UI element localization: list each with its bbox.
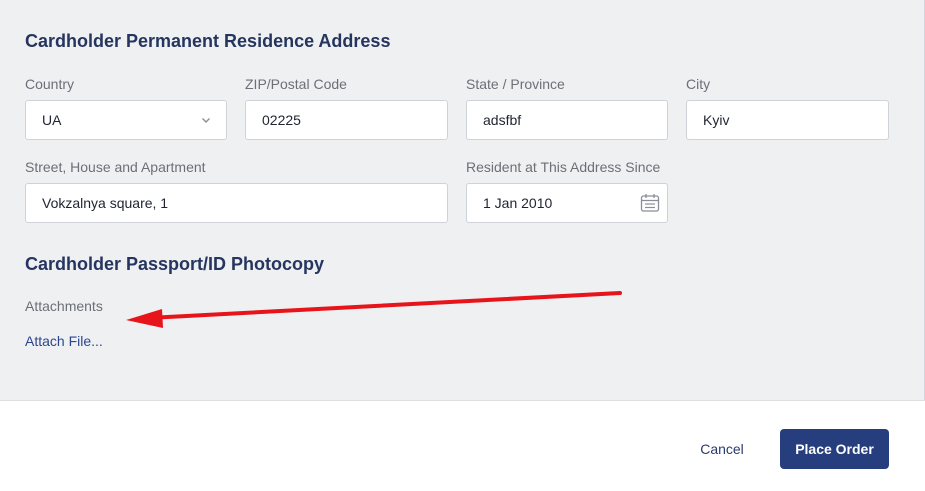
city-value: Kyiv (703, 112, 730, 128)
attachments-label: Attachments (25, 298, 103, 314)
zip-value: 02225 (262, 112, 301, 128)
chevron-down-icon (202, 118, 210, 123)
city-input[interactable]: Kyiv (686, 100, 889, 140)
state-label: State / Province (466, 76, 565, 92)
place-order-button[interactable]: Place Order (780, 429, 889, 469)
street-value: Vokzalnya square, 1 (42, 195, 169, 211)
street-input[interactable]: Vokzalnya square, 1 (25, 183, 448, 223)
zip-input[interactable]: 02225 (245, 100, 448, 140)
residence-section-title: Cardholder Permanent Residence Address (25, 31, 391, 51)
country-value: UA (42, 112, 62, 128)
attach-file-link[interactable]: Attach File... (25, 333, 103, 349)
state-input[interactable]: adsfbf (466, 100, 668, 140)
form-panel: Cardholder Permanent Residence Address C… (0, 0, 925, 400)
calendar-icon[interactable] (639, 192, 661, 214)
since-value: 1 Jan 2010 (483, 195, 553, 211)
passport-section-title: Cardholder Passport/ID Photocopy (25, 254, 325, 274)
state-value: adsfbf (483, 112, 522, 128)
since-label: Resident at This Address Since (466, 159, 661, 175)
country-select[interactable]: UA (25, 100, 227, 140)
country-label: Country (25, 76, 75, 92)
cancel-button[interactable]: Cancel (690, 437, 754, 461)
zip-label: ZIP/Postal Code (245, 76, 347, 92)
since-date-input[interactable]: 1 Jan 2010 (466, 183, 668, 223)
street-label: Street, House and Apartment (25, 159, 206, 175)
city-label: City (686, 76, 711, 92)
